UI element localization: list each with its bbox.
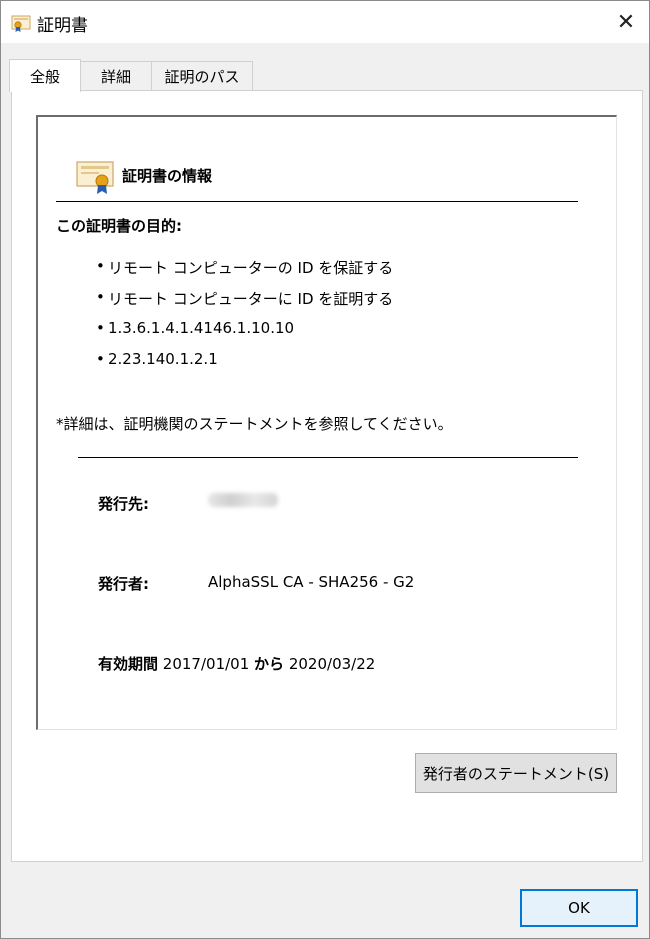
issued-by-label: 発行者: xyxy=(98,575,149,593)
bullet-icon: • xyxy=(96,319,105,337)
certificate-info-panel: 証明書の情報 この証明書の目的: • リモート コンピューターの ID を保証する… xyxy=(36,115,617,730)
separator-top xyxy=(56,201,578,202)
tab-certification-path[interactable]: 証明のパス xyxy=(151,61,253,90)
issued-by-value: AlphaSSL CA - SHA256 - G2 xyxy=(208,573,415,591)
certificate-icon xyxy=(11,15,31,32)
certificate-dialog: 証明書 ✕ 全般 詳細 証明のパス 証明書の情報 この証明書の目的: • リモート… xyxy=(0,0,650,939)
ok-button[interactable]: OK xyxy=(520,889,638,927)
valid-to: 2020/03/22 xyxy=(288,655,376,673)
purpose-item: • 2.23.140.1.2.1 xyxy=(96,350,218,368)
bullet-icon: • xyxy=(96,288,105,306)
separator-bottom xyxy=(78,457,578,458)
validity-label: 有効期間 xyxy=(98,655,159,673)
purpose-item: • リモート コンピューターの ID を保証する xyxy=(96,257,394,277)
purpose-list: • リモート コンピューターの ID を保証する • リモート コンピューターに I… xyxy=(96,257,393,381)
validity-from-word: から xyxy=(254,655,285,673)
general-tab-page: 証明書の情報 この証明書の目的: • リモート コンピューターの ID を保証する… xyxy=(11,90,643,862)
title-bar: 証明書 ✕ xyxy=(1,1,649,43)
purpose-heading: この証明書の目的: xyxy=(56,217,182,235)
purpose-item: • 1.3.6.1.4.1.4146.1.10.10 xyxy=(96,319,295,337)
close-button[interactable]: ✕ xyxy=(603,1,649,43)
issued-to-label: 発行先: xyxy=(98,495,149,513)
tab-strip: 全般 詳細 証明のパス xyxy=(1,59,649,92)
bullet-icon: • xyxy=(96,257,105,275)
bullet-icon: • xyxy=(96,350,105,368)
close-icon: ✕ xyxy=(616,9,636,35)
purpose-item: • リモート コンピューターに ID を証明する xyxy=(96,288,394,308)
valid-from: 2017/01/01 xyxy=(162,655,250,673)
window-title: 証明書 xyxy=(37,16,88,36)
validity-row: 有効期間 2017/01/01 から 2020/03/22 xyxy=(98,653,375,674)
tab-details[interactable]: 詳細 xyxy=(79,61,153,90)
issuer-statement-button[interactable]: 発行者のステートメント(S) xyxy=(415,753,617,793)
tab-general[interactable]: 全般 xyxy=(9,59,81,92)
statement-note: *詳細は、証明機関のステートメントを参照してください。 xyxy=(56,415,453,433)
issued-to-value-redacted xyxy=(208,493,278,507)
certificate-info-title: 証明書の情報 xyxy=(122,167,213,185)
certificate-info-icon xyxy=(76,161,114,194)
